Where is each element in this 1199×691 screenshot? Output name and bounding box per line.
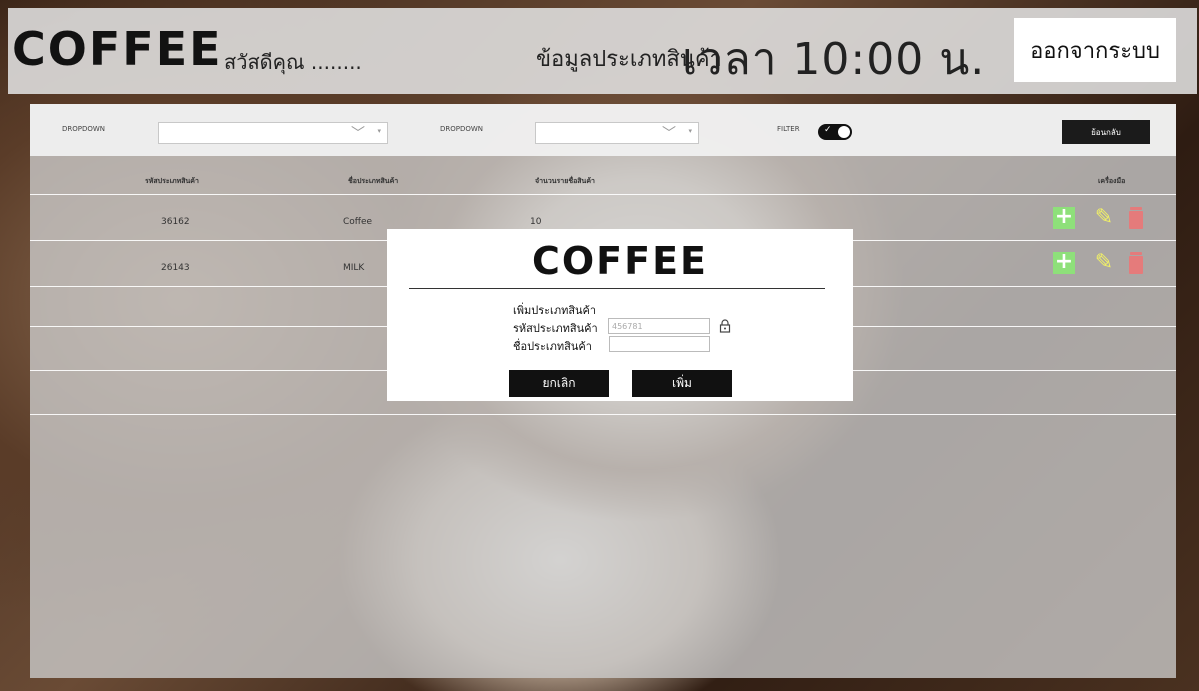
cell-count: 10 bbox=[530, 217, 542, 227]
add-icon[interactable]: + bbox=[1053, 206, 1075, 229]
dropdown-2[interactable]: ﹀ ▾ bbox=[535, 122, 699, 144]
clock-text: เวลา 10:00 น. bbox=[682, 34, 986, 85]
pencil-icon[interactable]: ✎ bbox=[1093, 252, 1115, 274]
column-header-code: รหัสประเภทสินค้า bbox=[145, 177, 199, 185]
dialog-logo: COFFEE bbox=[531, 239, 709, 283]
confirm-add-button[interactable]: เพิ่ม bbox=[632, 370, 732, 397]
trash-icon[interactable] bbox=[1125, 252, 1147, 274]
cell-name: Coffee bbox=[343, 217, 373, 227]
cell-name: MILK bbox=[343, 263, 365, 273]
cell-code: 36162 bbox=[161, 217, 190, 227]
column-header-name: ชื่อประเภทสินค้า bbox=[348, 177, 399, 185]
column-header-count: จำนวนรายชื่อสินค้า bbox=[535, 177, 595, 185]
dialog-heading: เพิ่มประเภทสินค้า bbox=[513, 304, 597, 317]
cancel-button[interactable]: ยกเลิก bbox=[509, 370, 609, 397]
chevron-down-icon: ﹀ bbox=[662, 126, 676, 142]
dropdown-dot-icon: ▾ bbox=[688, 127, 692, 135]
header-bar: COFFEE สวัสดีคุณ ........ ข้อมูลประเภทสิ… bbox=[8, 8, 1197, 94]
dropdown-1-label: DROPDOWN bbox=[62, 125, 106, 133]
back-button[interactable]: ย้อนกลับ bbox=[1062, 120, 1150, 144]
logout-button[interactable]: ออกจากระบบ bbox=[1014, 18, 1176, 82]
toggle-knob bbox=[838, 126, 850, 138]
cell-code: 26143 bbox=[161, 263, 190, 273]
filter-toggle[interactable]: ✓ bbox=[818, 124, 852, 140]
trash-icon[interactable] bbox=[1125, 207, 1147, 229]
column-header-tools: เครื่องมือ bbox=[1098, 177, 1126, 185]
logo: COFFEE bbox=[12, 22, 223, 76]
filter-label: FILTER bbox=[777, 125, 800, 133]
dialog-divider bbox=[409, 288, 825, 289]
check-icon: ✓ bbox=[824, 125, 832, 135]
name-field[interactable] bbox=[609, 336, 710, 352]
dropdown-1[interactable]: ﹀ ▾ bbox=[158, 122, 388, 144]
add-icon[interactable]: + bbox=[1053, 251, 1075, 274]
filter-bar: DROPDOWN ﹀ ▾ DROPDOWN ﹀ ▾ FILTER ✓ ย้อนก… bbox=[30, 104, 1176, 156]
row-divider bbox=[30, 414, 1176, 415]
chevron-down-icon: ﹀ bbox=[351, 126, 365, 142]
dropdown-2-label: DROPDOWN bbox=[440, 125, 484, 133]
code-field-label: รหัสประเภทสินค้า bbox=[513, 322, 598, 335]
add-category-dialog: COFFEE เพิ่มประเภทสินค้า รหัสประเภทสินค้… bbox=[387, 229, 853, 401]
row-divider bbox=[30, 194, 1176, 195]
name-field-label: ชื่อประเภทสินค้า bbox=[513, 340, 592, 353]
pencil-icon[interactable]: ✎ bbox=[1093, 207, 1115, 229]
code-field[interactable] bbox=[608, 318, 710, 334]
greeting-text: สวัสดีคุณ ........ bbox=[224, 50, 362, 74]
dropdown-dot-icon: ▾ bbox=[377, 127, 381, 135]
lock-icon bbox=[719, 319, 731, 333]
